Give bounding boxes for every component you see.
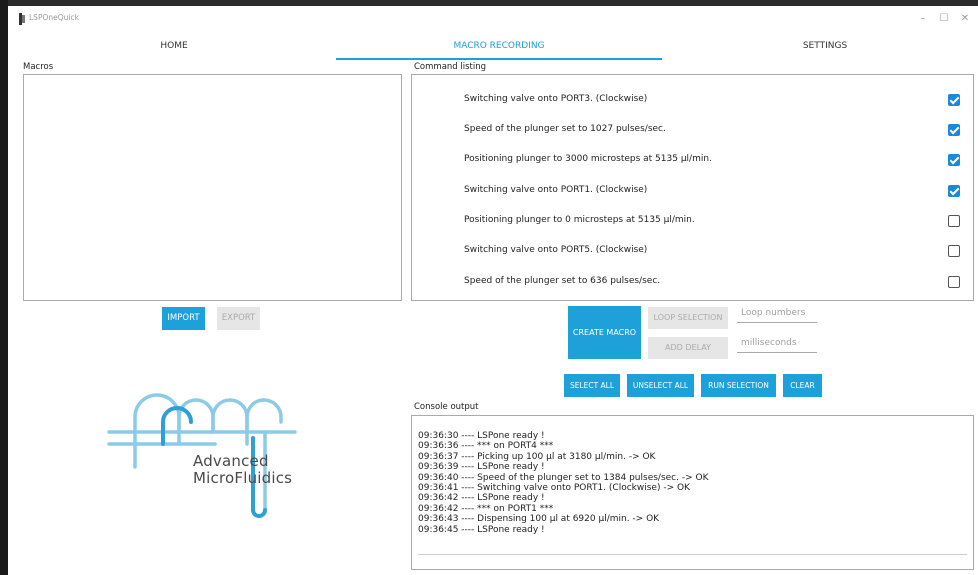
console-line: 09:36:40 ---- Speed of the plunger set t…	[418, 472, 709, 483]
logo-text-line2: MicroFluidics	[193, 469, 293, 487]
command-text: Switching valve onto PORT1. (Clockwise)	[464, 185, 648, 195]
tab-macro-recording[interactable]: MACRO RECORDING	[336, 36, 662, 60]
command-checkbox[interactable]	[948, 215, 960, 227]
macros-label: Macros	[23, 62, 54, 72]
tab-macro-recording-label: MACRO RECORDING	[453, 41, 545, 51]
import-button[interactable]: IMPORT	[162, 307, 205, 330]
console-output[interactable]: 09:36:30 ---- LSPone ready ! 09:36:36 --…	[411, 415, 974, 570]
command-text: Switching valve onto PORT5. (Clockwise)	[464, 245, 648, 255]
window-left-border	[0, 0, 8, 575]
minimize-button[interactable]: –	[914, 11, 932, 27]
command-checkbox[interactable]	[948, 245, 960, 257]
logo-text-line1: Advanced	[193, 452, 269, 470]
title-bar: LSPOneQuick – ☐ ✕	[8, 6, 978, 32]
command-row: Speed of the plunger set to 1027 pulses/…	[412, 115, 973, 145]
console-line: 09:36:42 ---- *** on PORT1 ***	[418, 503, 554, 514]
command-text: Positioning plunger to 3000 microsteps a…	[464, 154, 712, 164]
tab-settings-label: SETTINGS	[802, 41, 848, 51]
console-line: 09:36:43 ---- Dispensing 100 µl at 6920 …	[418, 514, 660, 525]
clear-button[interactable]: CLEAR	[783, 374, 822, 397]
command-row: Switching valve onto PORT5. (Clockwise)	[412, 236, 973, 266]
console-line: 09:36:30 ---- LSPone ready !	[418, 431, 545, 441]
command-row: Positioning plunger to 0 microsteps at 5…	[412, 206, 973, 236]
command-row: Speed of the plunger set to 636 pulses/s…	[412, 267, 973, 297]
add-delay-button[interactable]: ADD DELAY	[648, 337, 728, 359]
console-line: 09:36:37 ---- Picking up 100 µl at 3180 …	[418, 451, 656, 462]
console-line: 09:36:45 ---- LSPone ready !	[418, 524, 545, 535]
export-button[interactable]: EXPORT	[217, 307, 260, 330]
console-line: 09:36:39 ---- LSPone ready !	[418, 462, 545, 473]
maximize-button[interactable]: ☐	[935, 11, 953, 27]
loop-selection-button[interactable]: LOOP SELECTION	[648, 307, 728, 329]
console-output-label: Console output	[414, 402, 479, 412]
command-text: Speed of the plunger set to 1027 pulses/…	[464, 124, 666, 134]
command-listing-label: Command listing	[414, 62, 487, 72]
command-text: Positioning plunger to 0 microsteps at 5…	[464, 215, 695, 225]
run-selection-button[interactable]: RUN SELECTION	[701, 374, 776, 397]
create-macro-button[interactable]: CREATE MACRO	[568, 306, 641, 359]
console-divider	[418, 554, 967, 555]
command-row: Switching valve onto PORT1. (Clockwise)	[412, 176, 973, 206]
command-text: Switching valve onto PORT3. (Clockwise)	[464, 94, 648, 104]
close-button[interactable]: ✕	[956, 11, 974, 27]
command-checkbox[interactable]	[948, 154, 960, 166]
command-checkbox[interactable]	[948, 124, 960, 136]
console-line: 09:36:41 ---- Switching valve onto PORT1…	[418, 483, 690, 494]
tab-home-label: HOME	[160, 41, 188, 51]
milliseconds-input[interactable]	[737, 333, 817, 353]
active-tab-indicator	[336, 58, 662, 60]
tab-home[interactable]: HOME	[20, 36, 328, 60]
console-line: 09:36:42 ---- LSPone ready !	[418, 493, 545, 504]
unselect-all-button[interactable]: UNSELECT ALL	[627, 374, 694, 397]
tab-settings[interactable]: SETTINGS	[670, 36, 978, 60]
amf-logo: Advanced MicroFluidics	[105, 392, 305, 522]
command-checkbox[interactable]	[948, 94, 960, 106]
app-icon	[19, 13, 25, 25]
console-line: 09:36:36 ---- *** on PORT4 ***	[418, 441, 554, 452]
command-row: Positioning plunger to 3000 microsteps a…	[412, 145, 973, 175]
macros-list[interactable]	[23, 74, 402, 301]
command-checkbox[interactable]	[948, 185, 960, 197]
console-lines: 09:36:30 ---- LSPone ready ! 09:36:36 --…	[418, 431, 708, 535]
command-text: Speed of the plunger set to 636 pulses/s…	[464, 276, 661, 286]
loop-numbers-input[interactable]	[737, 303, 817, 323]
command-list: Switching valve onto PORT3. (Clockwise) …	[411, 74, 974, 301]
tab-bar: HOME MACRO RECORDING SETTINGS	[8, 36, 978, 60]
app-window: LSPOneQuick – ☐ ✕ HOME MACRO RECORDING S…	[0, 0, 978, 575]
command-checkbox[interactable]	[948, 276, 960, 288]
command-row: Switching valve onto PORT3. (Clockwise)	[412, 85, 973, 115]
select-all-button[interactable]: SELECT ALL	[564, 374, 620, 397]
window-title: LSPOneQuick	[29, 13, 79, 22]
